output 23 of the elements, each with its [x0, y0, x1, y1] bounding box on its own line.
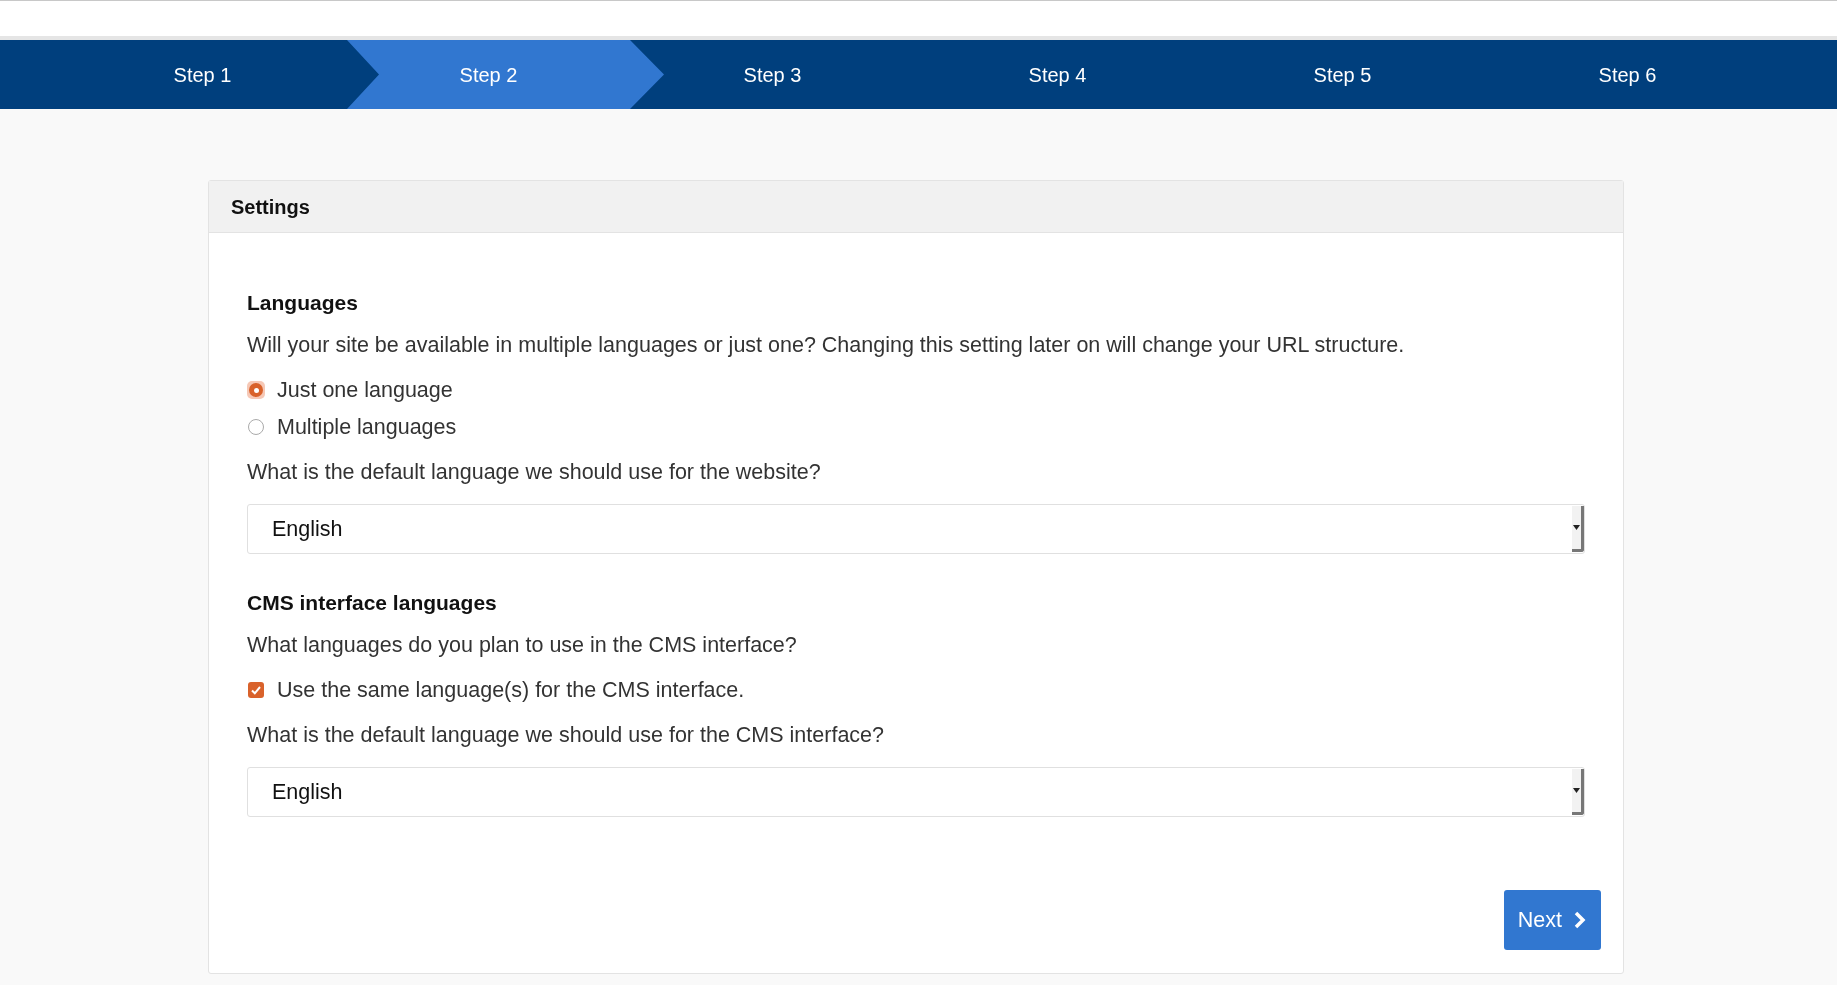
section-heading: Languages: [247, 290, 359, 316]
checkbox[interactable]: [248, 682, 264, 698]
radio-button[interactable]: [248, 419, 264, 435]
chevron-right-icon: [1574, 911, 1587, 929]
language-select[interactable]: English: [247, 504, 1585, 554]
section-heading: CMS interface languages: [247, 590, 498, 616]
question-text: What is the default language we should use for the CMS interface?: [247, 722, 885, 749]
option-label: Multiple languages: [277, 414, 457, 441]
step-tab[interactable]: Step 6: [1485, 40, 1770, 109]
step-tab[interactable]: Step 3: [664, 40, 915, 109]
radio-button[interactable]: [247, 381, 265, 399]
panel-title: Settings: [231, 194, 310, 220]
description-text: Will your site be available in multiple languages or just one? Changing this setting later on will change your URL structure.: [247, 332, 1406, 359]
step-tab[interactable]: Step 4: [915, 40, 1200, 109]
option-label: Just one language: [277, 377, 453, 404]
language-select[interactable]: English: [247, 767, 1585, 817]
next-button[interactable]: Next: [1503, 890, 1601, 950]
description-text: What languages do you plan to use in the CMS interface?: [247, 632, 798, 659]
step-tab[interactable]: Step 5: [1200, 40, 1485, 109]
step-tab[interactable]: Step 2: [345, 40, 664, 109]
step-tab[interactable]: Step 1: [60, 40, 345, 109]
question-text: What is the default language we should use for the website?: [247, 459, 822, 486]
option-label: Use the same language(s) for the CMS interface.: [277, 677, 745, 704]
